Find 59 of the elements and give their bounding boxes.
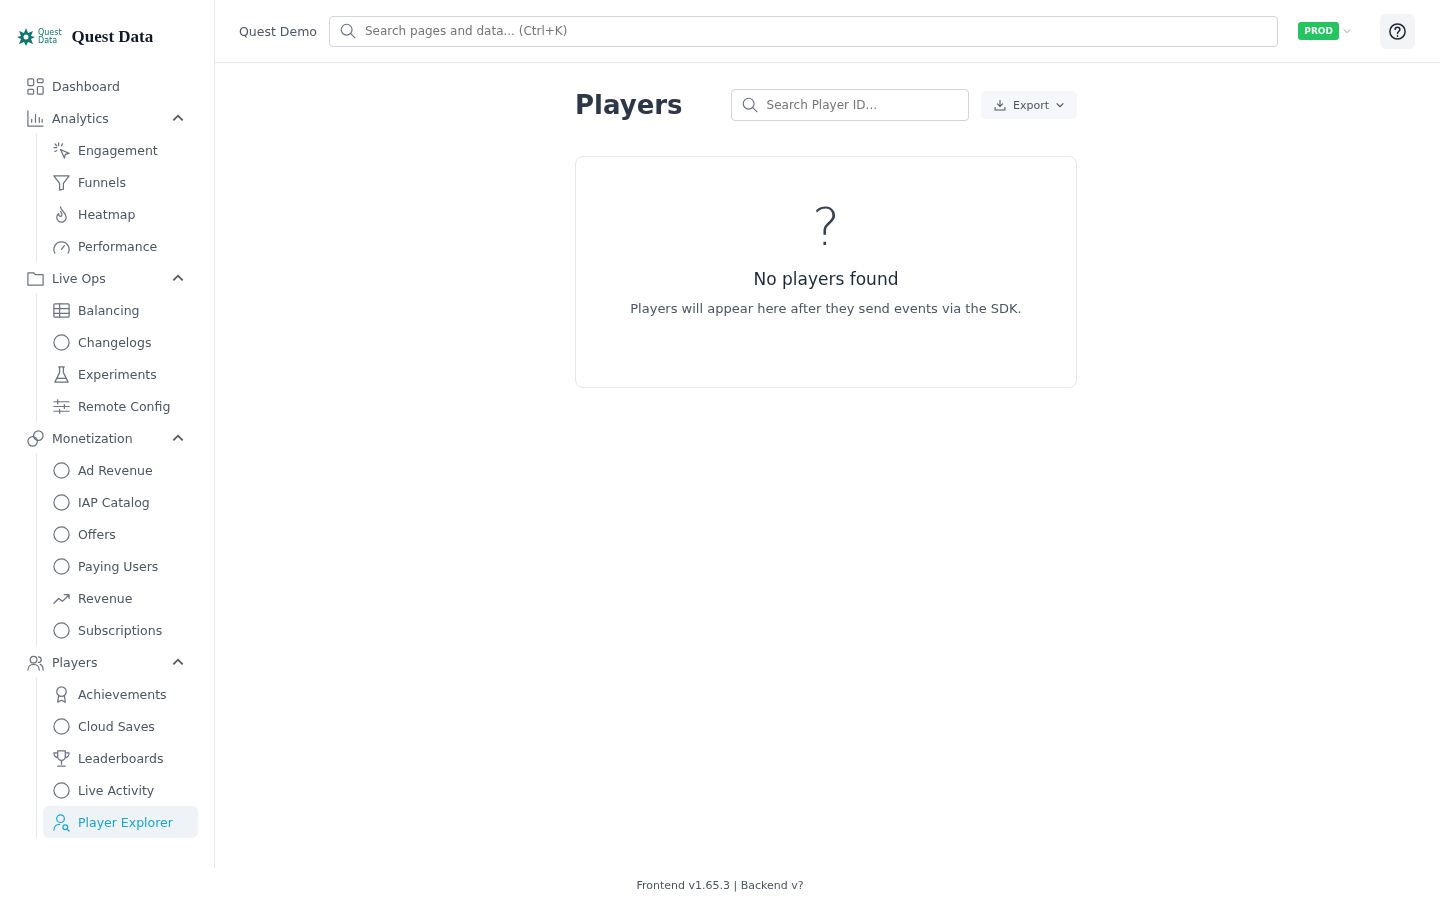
help-icon bbox=[1388, 21, 1407, 41]
star-logo-icon bbox=[16, 27, 36, 47]
question-mark: ? bbox=[812, 197, 840, 257]
sidebar-item[interactable]: Experiments bbox=[43, 358, 198, 390]
table-icon bbox=[52, 300, 71, 320]
sidebar-item[interactable]: Performance bbox=[43, 230, 198, 262]
sidebar-item[interactable]: Offers bbox=[43, 518, 198, 550]
sidebar-item[interactable]: Monetization bbox=[26, 422, 198, 454]
pointer-click-icon bbox=[52, 140, 71, 160]
empty-state-message: Players will appear here after they send events via the SDK. bbox=[630, 301, 1022, 316]
sidebar-item[interactable]: Funnels bbox=[43, 166, 198, 198]
sidebar-item[interactable]: Paying Users bbox=[43, 550, 198, 582]
user-search-icon bbox=[52, 812, 71, 832]
player-search-field[interactable]: Search Player ID... bbox=[730, 89, 969, 121]
coins-icon bbox=[26, 428, 45, 448]
search-field[interactable]: Search pages and data... (Ctrl+K) bbox=[329, 15, 1279, 47]
trophy-icon bbox=[52, 748, 71, 768]
export-button[interactable]: Export bbox=[981, 91, 1077, 119]
sliders-icon bbox=[52, 396, 71, 416]
project-name[interactable]: Quest Demo bbox=[239, 23, 317, 39]
sidebar-item[interactable]: Ad Revenue bbox=[43, 454, 198, 486]
sidebar-item[interactable]: Revenue bbox=[43, 582, 198, 614]
sidebar-item[interactable]: Analytics bbox=[26, 102, 198, 134]
search-icon bbox=[339, 22, 357, 40]
page-title: Players bbox=[575, 90, 683, 120]
download-icon bbox=[993, 98, 1007, 112]
circle-icon bbox=[52, 524, 71, 544]
sidebar-item[interactable]: IAP Catalog bbox=[43, 486, 198, 518]
sidebar-item[interactable]: Live Activity bbox=[43, 774, 198, 806]
sidebar-item[interactable]: Dashboard bbox=[26, 70, 198, 102]
circle-icon bbox=[52, 332, 71, 352]
circle-icon bbox=[52, 780, 71, 800]
sidebar-item[interactable]: Cloud Saves bbox=[43, 710, 198, 742]
sidebar-item[interactable]: Leaderboards bbox=[43, 742, 198, 774]
circle-icon bbox=[52, 716, 71, 736]
sidebar-item[interactable]: Heatmap bbox=[43, 198, 198, 230]
sidebar-item[interactable]: Remote Config bbox=[43, 390, 198, 422]
grid-icon bbox=[26, 76, 45, 96]
sidebar-item[interactable]: Achievements bbox=[43, 678, 198, 710]
circle-icon bbox=[52, 492, 71, 512]
brand-name: Quest Data bbox=[71, 27, 154, 47]
sidebar-item[interactable]: Changelogs bbox=[43, 326, 198, 358]
logo-text: Quest Data bbox=[38, 29, 62, 45]
bar-chart-icon bbox=[26, 108, 45, 128]
circle-icon bbox=[52, 460, 71, 480]
sidebar-item[interactable]: Balancing bbox=[43, 294, 198, 326]
sidebar-item[interactable]: Subscriptions bbox=[43, 614, 198, 646]
circle-icon bbox=[52, 556, 71, 576]
circle-icon bbox=[52, 620, 71, 640]
search-icon bbox=[740, 96, 759, 114]
funnel-icon bbox=[52, 172, 71, 192]
sidebar-item[interactable]: Engagement bbox=[43, 134, 198, 166]
empty-state-title: No players found bbox=[753, 269, 899, 289]
chevron-down-icon bbox=[1055, 100, 1065, 110]
sidebar-item[interactable]: Live Ops bbox=[26, 262, 198, 294]
version-text: Frontend v1.65.3 | Backend v? bbox=[636, 879, 804, 892]
help-button[interactable] bbox=[1380, 13, 1415, 49]
sidebar-item[interactable]: Players bbox=[26, 646, 198, 678]
flask-icon bbox=[52, 364, 71, 384]
